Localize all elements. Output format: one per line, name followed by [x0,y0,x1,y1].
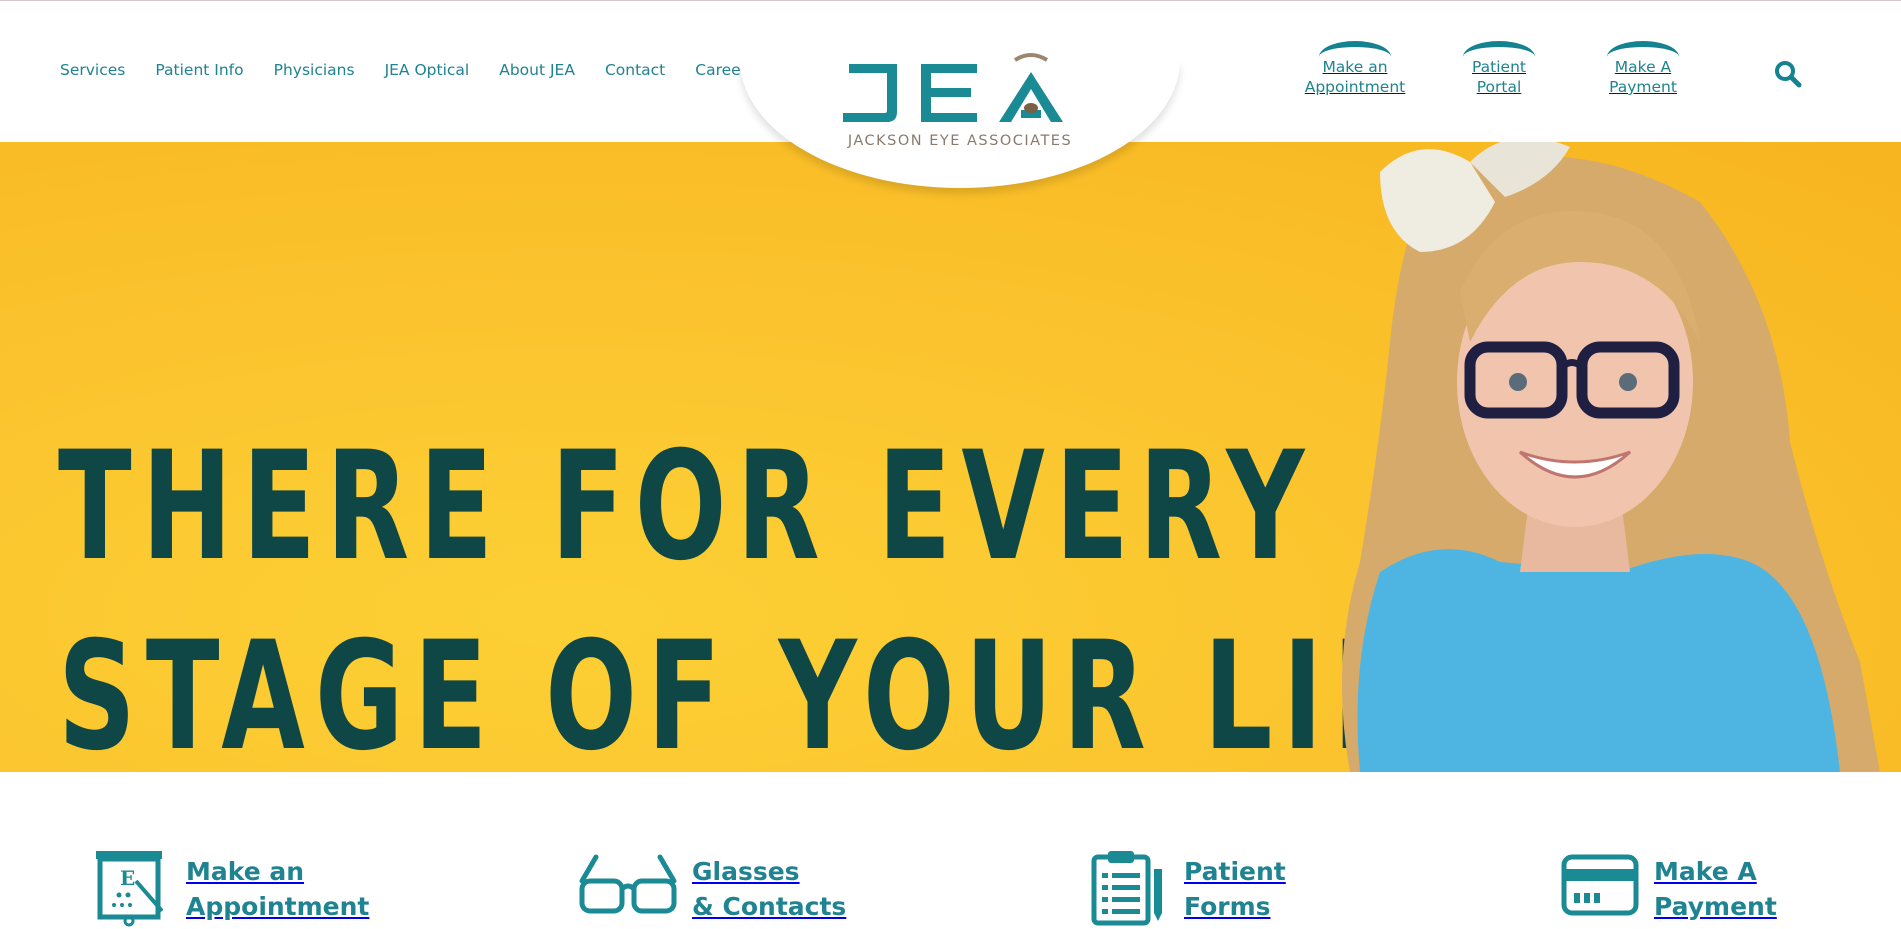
arc-icon [1607,41,1679,57]
quick-link-label: Make an Appointment [1304,58,1406,96]
glasses-icon [579,854,677,914]
header-patient-portal-link[interactable]: Patient Portal [1434,41,1564,97]
svg-text:E: E [120,866,135,890]
clipboard-icon [1091,851,1162,926]
action-label: Patient Forms [1184,857,1286,921]
action-label: Glasses & Contacts [692,857,847,921]
quick-link-label: Make A Payment [1609,58,1677,96]
search-icon[interactable] [1773,59,1803,89]
action-label: Make an Appointment [186,857,370,921]
header-make-payment-link[interactable]: Make A Payment [1578,41,1708,97]
arc-icon [1319,41,1391,57]
arc-icon [1463,41,1535,57]
main-nav: Services Patient Info Physicians JEA Opt… [60,61,785,79]
eye-chart-icon: E [96,851,164,927]
logo-subtitle: JACKSON EYE ASSOCIATES [847,133,1073,149]
quick-actions-bar: E Make an Appointment Glasses & Contacts P… [0,772,1901,929]
action-make-payment[interactable]: Make A Payment [1560,847,1777,927]
nav-contact[interactable]: Contact [605,61,665,79]
action-glasses-contacts[interactable]: Glasses & Contacts [578,847,846,927]
hero-line-1: THERE FOR EVERY [58,420,1315,594]
hero-banner: THERE FOR EVERY STAGE OF YOUR LIFE [0,142,1901,772]
nav-jea-optical[interactable]: JEA Optical [385,61,470,79]
hero-headline: THERE FOR EVERY STAGE OF YOUR LIFE [58,412,1500,772]
credit-card-icon [1561,854,1639,916]
quick-link-label: Patient Portal [1472,58,1526,96]
header-make-appointment-link[interactable]: Make an Appointment [1290,41,1420,97]
nav-patient-info[interactable]: Patient Info [155,61,243,79]
nav-physicians[interactable]: Physicians [274,61,355,79]
action-make-appointment[interactable]: E Make an Appointment [92,847,369,927]
hero-line-2: STAGE OF YOUR LIFE [58,610,1501,772]
nav-about-jea[interactable]: About JEA [499,61,575,79]
nav-services[interactable]: Services [60,61,125,79]
action-label: Make A Payment [1654,857,1777,921]
action-patient-forms[interactable]: Patient Forms [1090,847,1286,927]
hero-girl-image [1342,142,1880,772]
